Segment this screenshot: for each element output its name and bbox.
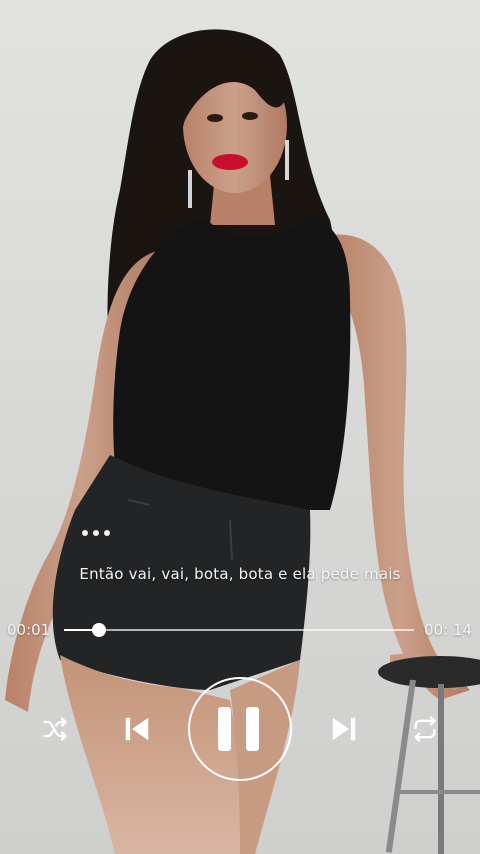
previous-button[interactable]	[120, 712, 154, 746]
skip-next-icon	[332, 717, 356, 741]
pause-icon	[218, 707, 259, 751]
current-time: 00:01	[7, 621, 51, 639]
repeat-icon	[414, 716, 436, 742]
shuffle-button[interactable]	[38, 712, 72, 746]
dot	[93, 530, 99, 536]
next-button[interactable]	[327, 712, 361, 746]
dot	[104, 530, 110, 536]
repeat-button[interactable]	[408, 712, 442, 746]
skip-previous-icon	[125, 717, 149, 741]
total-time: 00: 14	[424, 621, 472, 639]
seek-thumb[interactable]	[92, 623, 106, 637]
shuffle-icon	[43, 717, 67, 741]
player-screen: Então vai, vai, bota, bota e ela pede ma…	[0, 0, 480, 854]
pause-button[interactable]	[188, 677, 292, 781]
more-horizontal-icon	[82, 530, 88, 536]
more-options-button[interactable]	[82, 528, 110, 538]
seek-bar[interactable]	[64, 623, 414, 637]
lyric-line: Então vai, vai, bota, bota e ela pede ma…	[79, 565, 401, 583]
